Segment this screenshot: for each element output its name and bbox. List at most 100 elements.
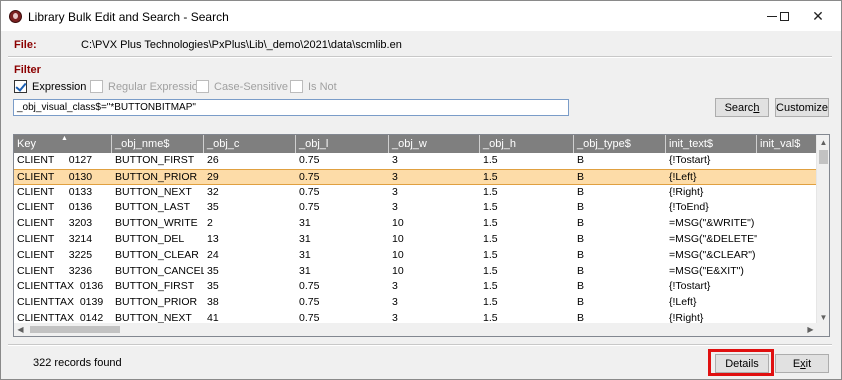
cell-obj-type: B [577, 280, 585, 293]
cell-obj-w: 3 [392, 201, 398, 214]
maximize-icon [779, 11, 789, 21]
cell-init-val [757, 200, 817, 216]
table-row[interactable]: CLIENT 3225 BUTTON_CLEAR 24 31 10 1.5 B =MSG("&… [14, 248, 817, 264]
cell-obj-h: 1.5 [483, 232, 498, 245]
cell-key: CLIENT 3203 [17, 217, 93, 230]
column-header-key[interactable]: Key ▲ [14, 135, 112, 153]
table-row[interactable]: CLIENTTAX 0136 BUTTON_FIRST 35 0.75 3 1.5 B {!T… [14, 279, 817, 295]
search-button[interactable]: Searc h [715, 98, 769, 117]
cell-obj-w: 3 [392, 170, 398, 183]
cell-obj-type: B [577, 154, 585, 166]
scroll-up-icon[interactable]: ▲ [817, 136, 829, 149]
table-row[interactable]: CLIENT 3203 BUTTON_WRITE 2 31 10 1.5 B =MSG("&W… [14, 216, 817, 232]
cell-obj-nme: BUTTON_FIRST [115, 280, 195, 293]
cell-obj-l: 0.75 [299, 296, 320, 309]
cell-init-text: =MSG("E&XIT") [669, 264, 744, 277]
cell-init-val [757, 232, 817, 248]
column-header-obj-c[interactable]: _obj_c [204, 135, 296, 153]
cell-init-val [757, 264, 817, 280]
cell-obj-h: 1.5 [483, 248, 498, 261]
cell-obj-c: 13 [207, 232, 219, 245]
regular-expression-label: Regular Expression [108, 80, 204, 93]
column-header-obj-type[interactable]: _obj_type$ [574, 135, 666, 153]
cell-key: CLIENTTAX 0139 [17, 296, 104, 309]
cell-obj-c: 24 [207, 248, 219, 261]
file-label: File: [14, 39, 37, 51]
cell-key: CLIENT 3225 [17, 248, 93, 261]
table-row[interactable]: CLIENT 0130 BUTTON_PRIOR 29 0.75 3 1.5 B {!Left… [14, 168, 817, 185]
cell-obj-nme: BUTTON_WRITE [115, 217, 198, 230]
cell-obj-nme: BUTTON_LAST [115, 201, 191, 214]
table-row[interactable]: CLIENT 0127 BUTTON_FIRST 26 0.75 3 1.5 B {!Tost… [14, 153, 817, 169]
case-sensitive-checkbox[interactable]: Case-Sensitive [196, 80, 288, 93]
cell-key: CLIENT 3236 [17, 264, 93, 277]
cell-obj-type: B [577, 185, 585, 198]
search-accelerator: h [753, 101, 760, 114]
details-highlight-annotation [708, 349, 774, 376]
cell-init-val [757, 295, 817, 311]
checkbox-icon [90, 80, 103, 93]
cell-obj-h: 1.5 [483, 296, 498, 309]
vertical-scrollbar[interactable]: ▲ ▼ [816, 135, 829, 324]
cell-obj-w: 3 [392, 185, 398, 198]
vertical-scroll-thumb[interactable] [819, 150, 828, 164]
cell-init-text: {!Left} [669, 296, 697, 309]
cell-obj-w: 3 [392, 154, 398, 166]
horizontal-scroll-thumb[interactable] [30, 326, 120, 333]
scrollbar-corner [816, 323, 829, 336]
filter-expression-input[interactable]: _obj_visual_class$="*BUTTONBITMAP" [13, 99, 569, 116]
table-row[interactable]: CLIENTTAX 0139 BUTTON_PRIOR 38 0.75 3 1.5 B {!L… [14, 295, 817, 311]
cell-obj-c: 2 [207, 217, 213, 230]
close-button[interactable]: ✕ [795, 1, 841, 31]
library-bulk-edit-window: Library Bulk Edit and Search - Search ✕ … [0, 0, 842, 380]
regular-expression-checkbox[interactable]: Regular Expression [90, 80, 204, 93]
case-sensitive-label: Case-Sensitive [214, 80, 288, 93]
records-found-status: 322 records found [33, 357, 122, 369]
cell-obj-type: B [577, 232, 585, 245]
cell-key: CLIENTTAX 0136 [17, 280, 104, 293]
exit-button[interactable]: Ex it [775, 354, 829, 373]
column-header-init-val[interactable]: init_val$ [757, 135, 817, 153]
cell-init-val [757, 279, 817, 295]
table-row[interactable]: CLIENT 0136 BUTTON_LAST 35 0.75 3 1.5 B {!ToEnd… [14, 200, 817, 216]
cell-obj-l: 31 [299, 217, 311, 230]
column-header-obj-h[interactable]: _obj_h [480, 135, 574, 153]
table-row[interactable]: CLIENT 0133 BUTTON_NEXT 32 0.75 3 1.5 B {!Right… [14, 185, 817, 201]
column-header-obj-nme[interactable]: _obj_nme$ [112, 135, 204, 153]
close-icon: ✕ [812, 7, 824, 24]
cell-obj-nme: BUTTON_CANCEL [115, 264, 204, 277]
scroll-left-icon[interactable]: ◀ [14, 323, 27, 336]
cell-obj-w: 3 [392, 296, 398, 309]
cell-obj-c: 26 [207, 154, 219, 166]
cell-obj-c: 35 [207, 201, 219, 214]
column-header-obj-l[interactable]: _obj_l [296, 135, 389, 153]
cell-obj-nme: BUTTON_FIRST [115, 154, 195, 166]
customize-button[interactable]: Customize [775, 98, 829, 117]
cell-init-text: {!Tostart} [669, 154, 711, 166]
cell-obj-nme: BUTTON_CLEAR [115, 248, 199, 261]
cell-obj-w: 10 [392, 232, 404, 245]
cell-init-text: {!Right} [669, 185, 704, 198]
cell-obj-l: 0.75 [299, 170, 320, 183]
cell-init-val [757, 185, 817, 201]
is-not-checkbox[interactable]: Is Not [290, 80, 337, 93]
expression-checkbox[interactable]: Expression [14, 80, 86, 93]
column-header-init-text[interactable]: init_text$ [666, 135, 757, 153]
customize-button-label: Customize [776, 101, 828, 114]
cell-init-val [757, 216, 817, 232]
cell-init-text: {!ToEnd} [669, 201, 709, 214]
cell-obj-l: 0.75 [299, 185, 320, 198]
cell-obj-w: 10 [392, 264, 404, 277]
cell-obj-c: 32 [207, 185, 219, 198]
title-bar[interactable]: Library Bulk Edit and Search - Search ✕ [1, 1, 841, 31]
horizontal-scrollbar[interactable]: ◀ ▶ [14, 323, 817, 336]
cell-obj-w: 10 [392, 217, 404, 230]
table-row[interactable]: CLIENT 3214 BUTTON_DEL 13 31 10 1.5 B =MSG("&DE… [14, 232, 817, 248]
results-grid[interactable]: Key ▲ _obj_nme$ _obj_c _obj_l _obj_w _ob… [13, 134, 830, 337]
cell-init-text: =MSG("&CLEAR") [669, 248, 756, 261]
table-row[interactable]: CLIENT 3236 BUTTON_CANCEL 35 31 10 1.5 B =MSG("… [14, 264, 817, 280]
cell-obj-nme: BUTTON_PRIOR [115, 296, 198, 309]
cell-obj-type: B [577, 170, 585, 183]
checkbox-icon [290, 80, 303, 93]
column-header-obj-w[interactable]: _obj_w [389, 135, 480, 153]
